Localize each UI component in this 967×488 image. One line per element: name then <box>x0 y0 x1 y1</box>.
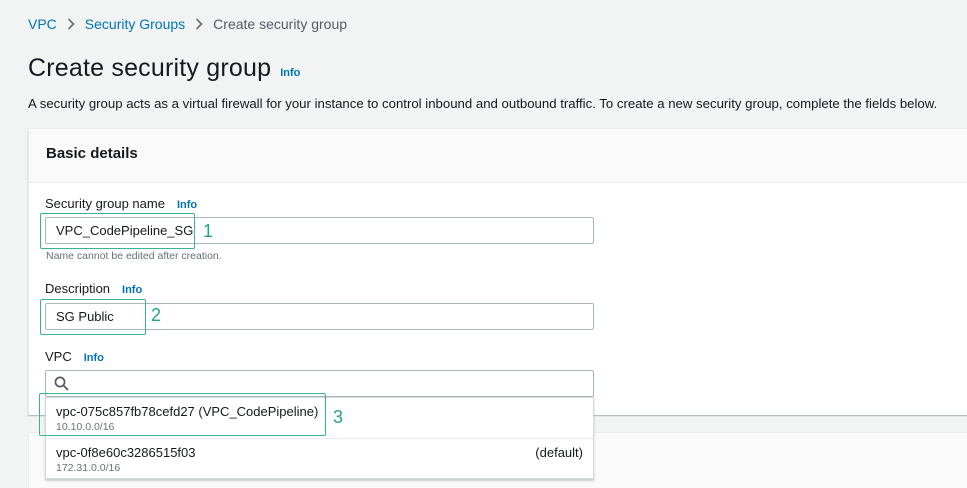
panel-header: Basic details <box>29 129 967 183</box>
breadcrumb-vpc[interactable]: VPC <box>28 16 57 32</box>
annotation-step-2: 2 <box>151 305 162 325</box>
chevron-right-icon <box>67 18 75 30</box>
vpc-option-id: vpc-075c857fb78cefd27 (VPC_CodePipeline) <box>56 404 319 419</box>
description-input[interactable]: SG Public <box>45 303 594 330</box>
annotation-step-1: 1 <box>203 221 214 241</box>
sg-name-info-link[interactable]: Info <box>177 199 197 211</box>
page-title: Create security group <box>28 54 272 82</box>
breadcrumb-security-groups[interactable]: Security Groups <box>85 16 185 32</box>
vpc-option-id: vpc-0f8e60c3286515f03 <box>56 445 196 460</box>
search-icon <box>54 376 69 394</box>
vpc-option-default-tag: (default) <box>535 445 583 460</box>
description-info-link[interactable]: Info <box>122 284 142 296</box>
vpc-option-cidr: 10.10.0.0/16 <box>56 421 115 433</box>
page-info-link[interactable]: Info <box>280 67 300 79</box>
vpc-option-cidr: 172.31.0.0/16 <box>56 462 121 474</box>
page-description: A security group acts as a virtual firew… <box>28 96 938 111</box>
sg-name-hint: Name cannot be edited after creation. <box>46 250 222 262</box>
vpc-option[interactable]: vpc-075c857fb78cefd27 (VPC_CodePipeline)… <box>46 398 593 438</box>
description-label-text: Description <box>45 281 111 296</box>
page-header: Create security group Info <box>28 54 300 83</box>
vpc-search-input[interactable] <box>45 370 594 397</box>
annotation-step-3: 3 <box>333 407 344 427</box>
vpc-option[interactable]: vpc-0f8e60c3286515f03 172.31.0.0/16 (def… <box>46 438 593 478</box>
sg-name-label: Security group name Info <box>45 196 197 211</box>
chevron-right-icon <box>195 18 203 30</box>
vpc-label: VPC Info <box>45 349 104 364</box>
breadcrumb-current: Create security group <box>213 16 348 32</box>
vpc-info-link[interactable]: Info <box>84 352 104 364</box>
sg-name-input[interactable]: VPC_CodePipeline_SG <box>45 217 594 244</box>
vpc-dropdown: vpc-075c857fb78cefd27 (VPC_CodePipeline)… <box>45 397 594 479</box>
breadcrumb: VPC Security Groups Create security grou… <box>28 14 347 34</box>
vpc-label-text: VPC <box>45 349 72 364</box>
description-label: Description Info <box>45 281 142 296</box>
sg-name-label-text: Security group name <box>45 196 165 211</box>
